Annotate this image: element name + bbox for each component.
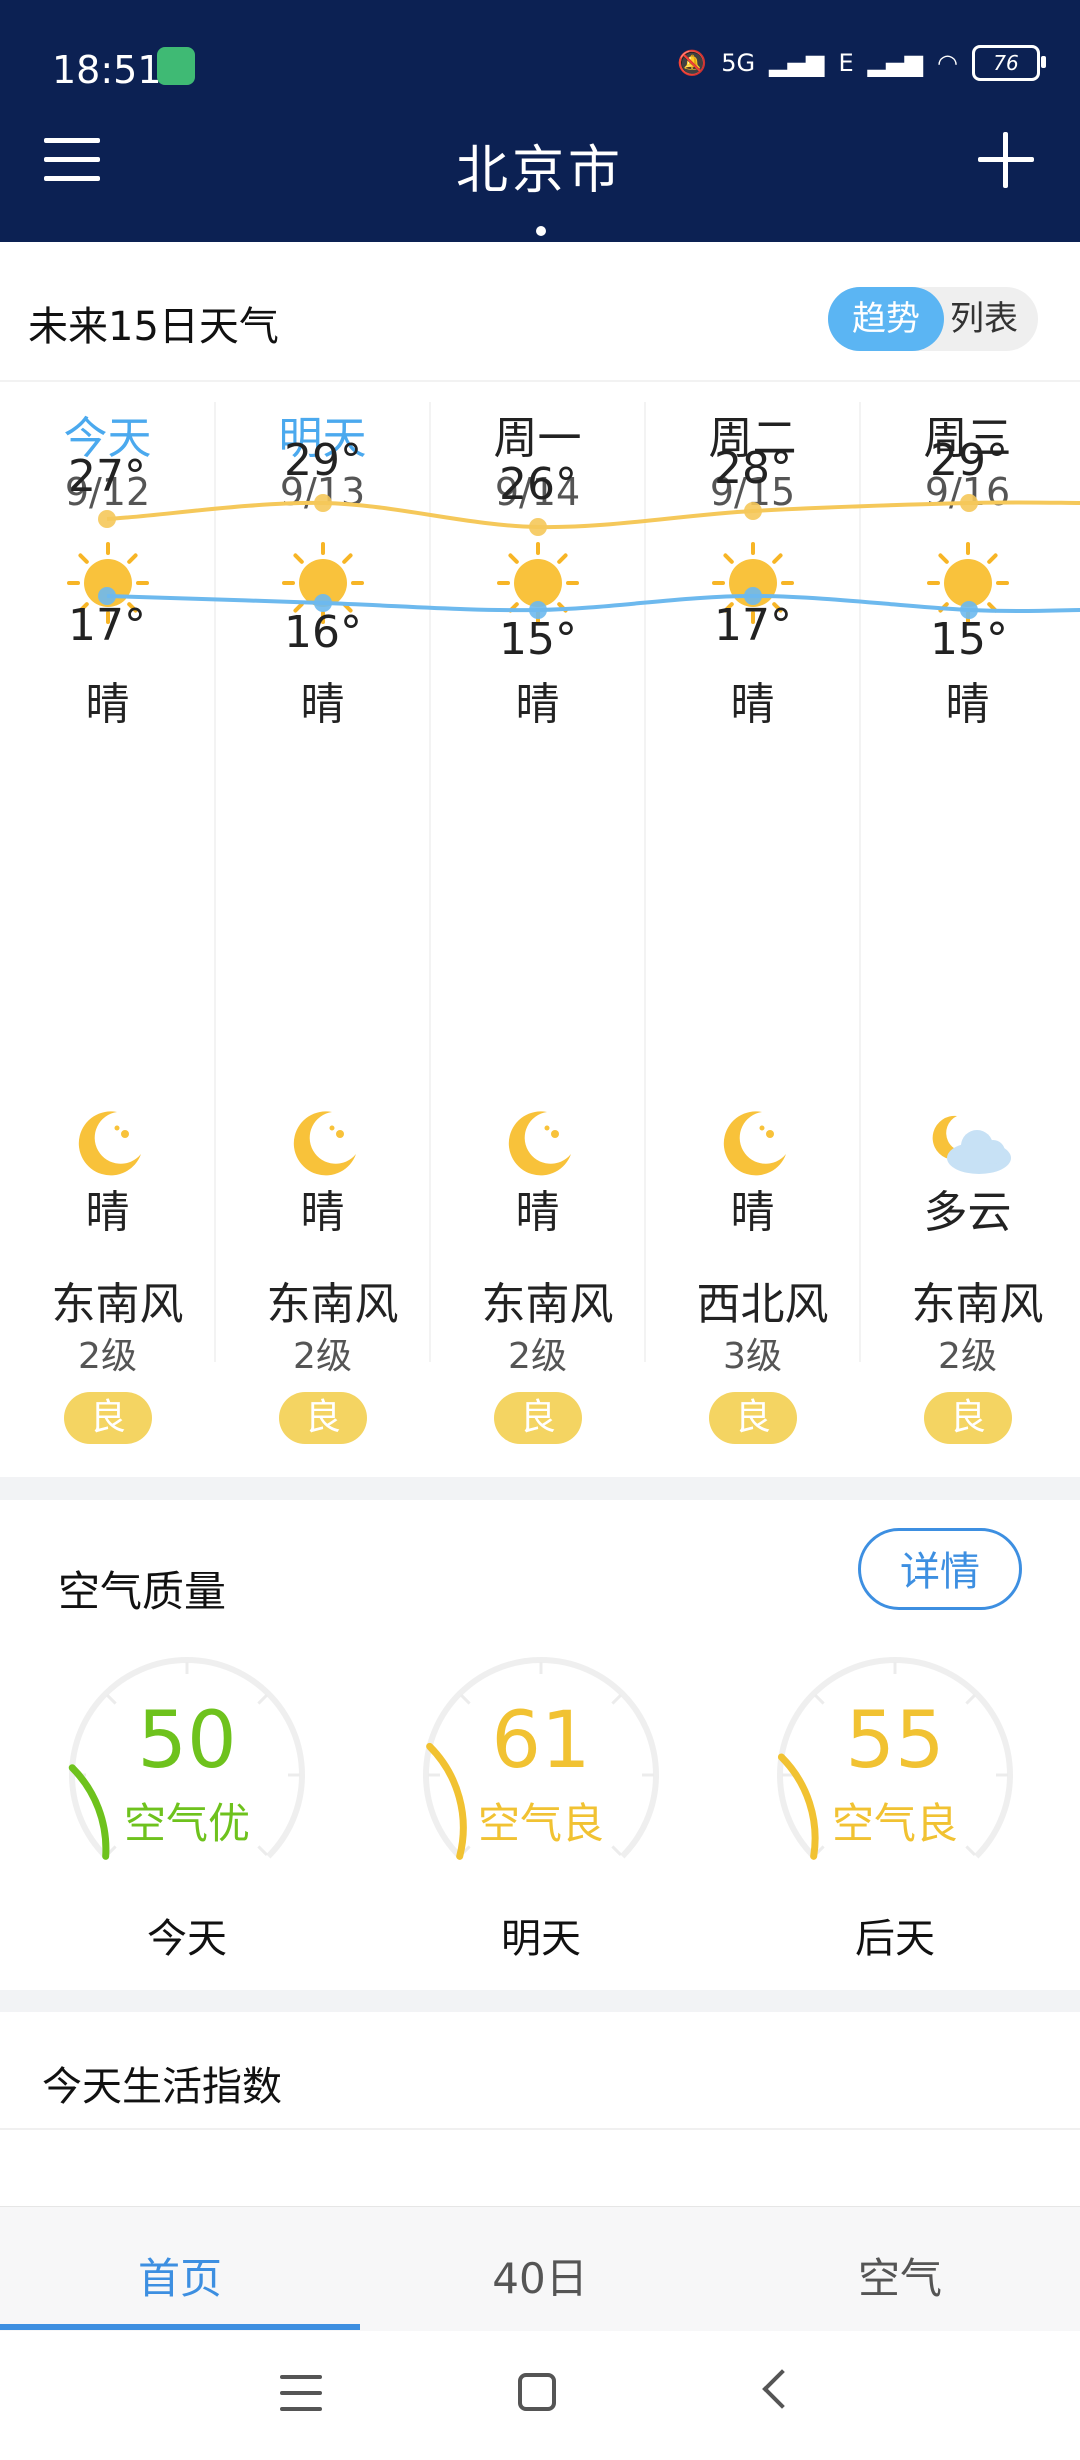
bottom-tab-bar: 首页 40日 空气 bbox=[0, 2206, 1080, 2332]
tab-air[interactable]: 空气 bbox=[720, 2245, 1080, 2306]
low-temp-line bbox=[106, 593, 1080, 614]
tab-active-indicator bbox=[0, 2324, 360, 2330]
wifi-icon: ◠ bbox=[937, 49, 958, 77]
air-quality-card: 空气质量 详情 50 空气优今天 61 空气良明天 55 空气良后天 bbox=[0, 1500, 1080, 1990]
low-temp-label: 16° bbox=[284, 607, 362, 658]
add-city-icon[interactable] bbox=[978, 132, 1034, 188]
battery-icon: 76 bbox=[972, 45, 1046, 81]
temperature-chart bbox=[98, 494, 1080, 619]
tab-40-days[interactable]: 40日 bbox=[360, 2245, 720, 2306]
app-header: 18:51 🔕 5G ▂▄▆ E ▂▄▆ ◠ 76 北京市 bbox=[0, 0, 1080, 242]
mute-icon: 🔕 bbox=[677, 49, 708, 77]
high-temp-label: 27° bbox=[68, 451, 146, 502]
high-temp-line-point bbox=[98, 510, 116, 528]
tab-home[interactable]: 首页 bbox=[0, 2245, 360, 2306]
aqi-value: 50 bbox=[137, 1696, 237, 1786]
recent-apps-icon[interactable] bbox=[280, 2373, 322, 2413]
aqi-day-label: 后天 bbox=[855, 1916, 935, 1962]
high-temp-label: 26° bbox=[499, 459, 577, 510]
low-temp-label: 15° bbox=[499, 614, 577, 665]
detail-button[interactable]: 详情 bbox=[858, 1528, 1022, 1610]
high-temp-line-point bbox=[314, 494, 332, 512]
air-quality-title: 空气质量 bbox=[58, 1567, 227, 1616]
page-indicator-dot bbox=[536, 226, 546, 236]
aqi-day-label: 明天 bbox=[501, 1916, 581, 1962]
signal-bars-icon-2: ▂▄▆ bbox=[867, 49, 924, 77]
low-temp-label: 17° bbox=[714, 600, 792, 651]
high-temp-line-point bbox=[529, 518, 547, 536]
signal-5g-icon: 5G bbox=[721, 49, 756, 77]
high-temp-label: 28° bbox=[714, 443, 792, 494]
aqi-gauge[interactable]: 61 空气良 bbox=[416, 1650, 666, 1890]
back-icon[interactable] bbox=[762, 2369, 802, 2409]
aqi-gauge[interactable]: 50 空气优 bbox=[62, 1650, 312, 1890]
android-app-icon bbox=[157, 47, 195, 85]
divider bbox=[0, 2128, 1080, 2130]
life-index-title: 今天生活指数 bbox=[42, 2064, 282, 2110]
aqi-level-label: 空气良 bbox=[831, 1799, 958, 1848]
battery-level: 76 bbox=[993, 51, 1019, 75]
low-temp-label: 15° bbox=[930, 614, 1008, 665]
aqi-day-label: 今天 bbox=[147, 1916, 227, 1962]
high-temp-label: 29° bbox=[284, 435, 362, 486]
high-temp-line-point bbox=[960, 494, 978, 512]
signal-bars-icon: ▂▄▆ bbox=[769, 49, 825, 77]
forecast-card: 未来15日天气 趋势 列表 今天 9/12 晴晴东南风 2级良明天 9/13 晴晴东南风 2… bbox=[0, 242, 1080, 1477]
aqi-level-label: 空气优 bbox=[123, 1799, 250, 1848]
status-icons: 🔕 5G ▂▄▆ E ▂▄▆ ◠ 76 bbox=[677, 45, 1046, 81]
home-icon[interactable] bbox=[518, 2373, 556, 2411]
aqi-gauge[interactable]: 55 空气良 bbox=[770, 1650, 1020, 1890]
city-title: 北京市 bbox=[455, 141, 624, 201]
high-temp-line-point bbox=[744, 502, 762, 520]
status-time: 18:51 bbox=[52, 48, 162, 92]
low-temp-label: 17° bbox=[68, 600, 146, 651]
high-temp-label: 29° bbox=[930, 435, 1008, 486]
aqi-level-label: 空气良 bbox=[477, 1799, 604, 1848]
signal-e-icon: E bbox=[838, 49, 854, 77]
system-nav-bar bbox=[0, 2331, 1080, 2460]
aqi-value: 61 bbox=[491, 1696, 591, 1786]
aqi-value: 55 bbox=[845, 1696, 945, 1786]
